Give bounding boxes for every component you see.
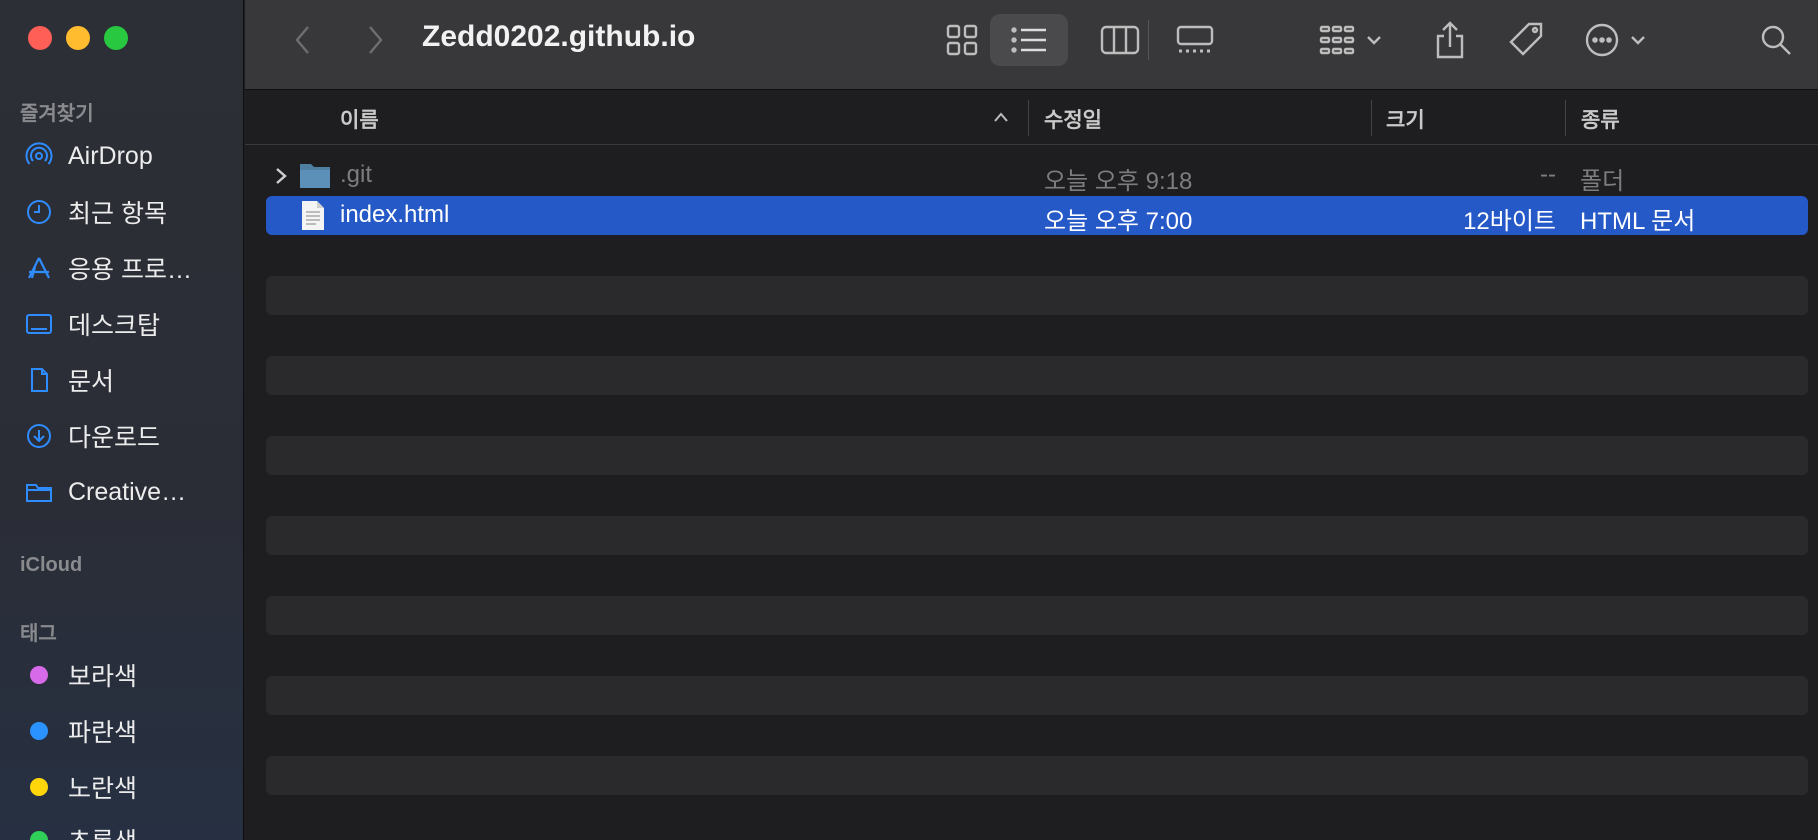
sidebar-item-label: 다운로드 — [68, 424, 161, 452]
tag-color-dot — [30, 778, 48, 796]
list-icon — [1011, 27, 1046, 53]
file-name: .git — [340, 161, 373, 188]
column-separator[interactable] — [1028, 100, 1029, 136]
empty-row — [266, 436, 1808, 475]
icon-view-button[interactable] — [927, 14, 997, 66]
window-controls — [28, 26, 128, 50]
empty-row — [266, 516, 1808, 555]
group-icon — [1319, 25, 1381, 55]
sidebar-item-recents[interactable]: 최근 항목 — [24, 192, 234, 232]
sidebar: 즐겨찾기 AirDrop 최근 항목 응용 프로… 데스크탑 문서 다운로드 C… — [0, 0, 244, 840]
tag-color-dot — [30, 722, 48, 740]
search-icon — [1761, 25, 1791, 55]
sidebar-item-desktop[interactable]: 데스크탑 — [24, 304, 234, 344]
file-name: index.html — [340, 201, 450, 228]
tag-icon — [1509, 22, 1543, 56]
sidebar-tag-green[interactable]: 초록색 — [24, 820, 234, 840]
empty-row — [266, 276, 1808, 315]
tags-button[interactable] — [1497, 14, 1557, 66]
more-actions-button[interactable] — [1580, 14, 1660, 66]
file-size: 12바이트 — [1463, 208, 1556, 235]
sidebar-item-label: 초록색 — [68, 822, 137, 840]
tag-color-dot — [30, 831, 48, 840]
share-icon — [1436, 21, 1464, 59]
file-row-selected[interactable]: index.html 오늘 오후 7:00 12바이트 HTML 문서 — [266, 196, 1808, 235]
sidebar-item-label: 데스크탑 — [68, 312, 161, 340]
list-view-button[interactable] — [990, 14, 1068, 66]
column-separator[interactable] — [1565, 100, 1566, 136]
html-file-icon — [302, 201, 324, 230]
sidebar-item-label: 파란색 — [68, 719, 138, 747]
sidebar-item-label: 보라색 — [68, 663, 138, 691]
window-title: Zedd0202.github.io — [422, 20, 696, 53]
sidebar-item-label: 노란색 — [68, 775, 138, 803]
sidebar-tag-blue[interactable]: 파란색 — [24, 711, 234, 751]
tags-header: 태그 — [20, 623, 57, 645]
empty-row — [266, 756, 1808, 795]
empty-row — [266, 596, 1808, 635]
empty-row — [266, 356, 1808, 395]
sidebar-tag-yellow[interactable]: 노란색 — [24, 767, 234, 807]
search-button[interactable] — [1751, 14, 1801, 66]
gallery-view-button[interactable] — [1160, 14, 1230, 66]
sidebar-item-label: Creative… — [68, 477, 187, 506]
sidebar-item-label: AirDrop — [68, 141, 153, 170]
file-kind: HTML 문서 — [1580, 208, 1696, 235]
sidebar-tag-purple[interactable]: 보라색 — [24, 655, 234, 695]
zoom-button[interactable] — [104, 26, 128, 50]
desktop-icon — [24, 309, 54, 339]
file-modified: 오늘 오후 9:18 — [1044, 168, 1193, 195]
applications-icon — [24, 253, 54, 283]
forward-button[interactable] — [355, 14, 395, 66]
tag-color-dot — [30, 666, 48, 684]
file-row[interactable]: .git 오늘 오후 9:18 -- 폴더 — [266, 156, 1808, 195]
column-header-name[interactable]: 이름 — [340, 104, 379, 134]
sidebar-item-applications[interactable]: 응용 프로… — [24, 248, 234, 288]
group-by-button[interactable] — [1313, 14, 1393, 66]
toolbar-divider — [1148, 20, 1149, 60]
download-icon — [24, 421, 54, 451]
sidebar-item-airdrop[interactable]: AirDrop — [24, 136, 234, 176]
sidebar-item-documents[interactable]: 문서 — [24, 360, 234, 400]
favorites-header: 즐겨찾기 — [20, 103, 94, 125]
sidebar-item-label: 최근 항목 — [68, 200, 167, 228]
sidebar-item-label: 문서 — [68, 368, 115, 396]
column-header-modified[interactable]: 수정일 — [1044, 104, 1102, 134]
share-button[interactable] — [1425, 14, 1475, 66]
column-separator[interactable] — [1371, 100, 1372, 136]
file-size: -- — [1540, 161, 1556, 188]
close-button[interactable] — [28, 26, 52, 50]
gallery-icon — [1176, 25, 1214, 53]
column-view-button[interactable] — [1085, 14, 1155, 66]
column-header-kind[interactable]: 종류 — [1581, 104, 1620, 134]
folder-icon — [300, 164, 330, 188]
clock-icon — [24, 197, 54, 227]
file-modified: 오늘 오후 7:00 — [1044, 208, 1193, 235]
grid-icon — [946, 24, 978, 56]
column-header-bar: 이름 수정일 크기 종류 — [245, 90, 1818, 145]
minimize-button[interactable] — [66, 26, 90, 50]
column-header-size[interactable]: 크기 — [1386, 104, 1425, 134]
back-button[interactable] — [283, 14, 323, 66]
folder-icon — [24, 477, 54, 507]
sidebar-item-creative[interactable]: Creative… — [24, 472, 234, 512]
chevron-left-icon — [295, 26, 309, 54]
icloud-header: iCloud — [20, 554, 83, 576]
ellipsis-circle-icon — [1585, 23, 1645, 57]
toolbar: Zedd0202.github.io — [245, 0, 1818, 90]
columns-icon — [1100, 25, 1140, 55]
file-kind: 폴더 — [1580, 168, 1625, 195]
disclosure-triangle-icon[interactable] — [274, 167, 288, 185]
sort-ascending-icon — [994, 112, 1008, 122]
sidebar-item-label: 응용 프로… — [68, 256, 192, 284]
airdrop-icon — [24, 141, 54, 171]
chevron-right-icon — [369, 26, 383, 54]
empty-row — [266, 676, 1808, 715]
sidebar-item-downloads[interactable]: 다운로드 — [24, 416, 234, 456]
document-icon — [24, 365, 54, 395]
